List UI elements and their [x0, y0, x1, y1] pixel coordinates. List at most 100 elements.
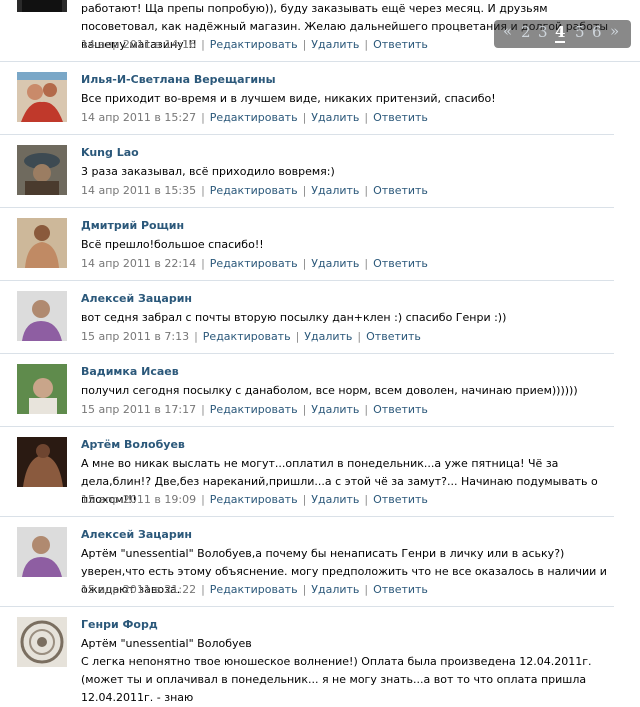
reply-link[interactable]: Ответить	[373, 38, 428, 51]
separator: |	[364, 111, 369, 124]
edit-link[interactable]: Редактировать	[210, 184, 298, 197]
reply-link[interactable]: Ответить	[373, 257, 428, 270]
author-name[interactable]: Дмитрий Рощин	[81, 219, 184, 232]
author-name[interactable]: Алексей Зацарин	[81, 528, 192, 541]
separator: |	[201, 403, 205, 416]
post-meta: 14 апр 2011 в 14:16 | Редактировать | Удалит…	[81, 38, 428, 51]
prev-page-arrow[interactable]: «	[503, 22, 512, 40]
separator: |	[302, 38, 307, 51]
separator: |	[201, 38, 205, 51]
separator: |	[302, 583, 307, 596]
wall-post: Илья-И-Светлана Верещагины Все приходит …	[0, 62, 614, 135]
reply-link[interactable]: Ответить	[373, 583, 428, 596]
edit-link[interactable]: Редактировать	[210, 257, 298, 270]
delete-link[interactable]: Удалить	[311, 38, 359, 51]
reply-link[interactable]: Ответить	[373, 403, 428, 416]
page-link[interactable]: 2	[521, 23, 531, 41]
separator: |	[201, 257, 205, 270]
post-text: Всё прешло!большое спасибо!!	[81, 238, 264, 251]
page-switcher: « 2 3 4 5 6 »	[494, 20, 631, 48]
post-meta: 14 апр 2011 в 15:35 | Редактировать | Удалит…	[81, 184, 428, 197]
edit-link[interactable]: Редактировать	[210, 403, 298, 416]
post-text: С легка непонятно твое юношеское волнени…	[81, 655, 592, 704]
author-name[interactable]: Вадимка Исаев	[81, 365, 179, 378]
delete-link[interactable]: Удалить	[311, 111, 359, 124]
edit-link[interactable]: Редактировать	[210, 38, 298, 51]
post-text: 3 раза заказывал, всё приходило вовремя:…	[81, 165, 335, 178]
page-link[interactable]: 3	[538, 23, 548, 41]
separator: |	[364, 493, 369, 506]
separator: |	[302, 111, 307, 124]
avatar[interactable]	[17, 437, 67, 487]
reply-link[interactable]: Ответить	[373, 111, 428, 124]
post-text: получил сегодня посылку с данаболом, все…	[81, 384, 578, 397]
avatar[interactable]	[17, 527, 67, 577]
author-name[interactable]: Артём Волобуев	[81, 438, 185, 451]
avatar[interactable]	[17, 364, 67, 414]
avatar[interactable]	[17, 72, 67, 122]
author-name[interactable]: Илья-И-Светлана Верещагины	[81, 73, 276, 86]
next-page-arrow[interactable]: »	[610, 22, 619, 40]
post-date[interactable]: 15 апр 2011 в 21:22	[81, 583, 196, 596]
avatar[interactable]	[17, 145, 67, 195]
post-meta: 15 апр 2011 в 7:13 | Редактировать | Удалить…	[81, 330, 421, 343]
delete-link[interactable]: Удалить	[304, 330, 352, 343]
separator: |	[357, 330, 362, 343]
post-text: Все приходит во-время и в лучшем виде, н…	[81, 92, 496, 105]
reply-link[interactable]: Ответить	[373, 493, 428, 506]
author-name[interactable]: Kung Lao	[81, 146, 139, 159]
wall-post: Алексей Зацарин вот седня забрал с почты…	[0, 281, 614, 354]
page-link[interactable]: 5	[575, 23, 585, 41]
post-date[interactable]: 15 апр 2011 в 7:13	[81, 330, 189, 343]
separator: |	[201, 184, 205, 197]
separator: |	[364, 257, 369, 270]
avatar[interactable]	[17, 291, 67, 341]
separator: |	[201, 583, 205, 596]
delete-link[interactable]: Удалить	[311, 403, 359, 416]
post-meta: 14 апр 2011 в 22:14 | Редактировать | Удалит…	[81, 257, 428, 270]
author-name[interactable]: Генри Форд	[81, 618, 158, 631]
post-text: вот седня забрал с почты вторую посылку …	[81, 311, 507, 324]
wall-post: Генри Форд Артём "unessential" Волобуев …	[0, 607, 614, 704]
post-date[interactable]: 15 апр 2011 в 19:09	[81, 493, 196, 506]
wall-post: Дмитрий Рощин Всё прешло!большое спасибо…	[0, 208, 614, 281]
post-meta: 15 апр 2011 в 21:22 | Редактировать | Удалит…	[81, 583, 428, 596]
post-meta: 15 апр 2011 в 19:09 | Редактировать | Удалит…	[81, 493, 428, 506]
edit-link[interactable]: Редактировать	[210, 493, 298, 506]
current-page[interactable]: 4	[555, 23, 566, 43]
delete-link[interactable]: Удалить	[311, 184, 359, 197]
delete-link[interactable]: Удалить	[311, 493, 359, 506]
reply-link[interactable]: Ответить	[366, 330, 421, 343]
separator: |	[302, 184, 307, 197]
post-text: Артём "unessential" Волобуев	[81, 637, 252, 650]
separator: |	[364, 583, 369, 596]
separator: |	[302, 493, 307, 506]
post-meta: 14 апр 2011 в 15:27 | Редактировать | Удалит…	[81, 111, 428, 124]
separator: |	[364, 403, 369, 416]
delete-link[interactable]: Удалить	[311, 583, 359, 596]
post-date[interactable]: 15 апр 2011 в 17:17	[81, 403, 196, 416]
separator: |	[194, 330, 198, 343]
author-name[interactable]: Алексей Зацарин	[81, 292, 192, 305]
post-date[interactable]: 14 апр 2011 в 15:35	[81, 184, 196, 197]
post-date[interactable]: 14 апр 2011 в 22:14	[81, 257, 196, 270]
separator: |	[302, 257, 307, 270]
avatar[interactable]	[17, 617, 67, 667]
avatar[interactable]	[17, 0, 67, 12]
edit-link[interactable]: Редактировать	[210, 111, 298, 124]
avatar[interactable]	[17, 218, 67, 268]
edit-link[interactable]: Редактировать	[203, 330, 291, 343]
reply-link[interactable]: Ответить	[373, 184, 428, 197]
separator: |	[364, 38, 369, 51]
edit-link[interactable]: Редактировать	[210, 583, 298, 596]
wall-post: Артём Волобуев А мне во никак выслать не…	[0, 427, 614, 517]
delete-link[interactable]: Удалить	[311, 257, 359, 270]
separator: |	[201, 493, 205, 506]
post-date[interactable]: 14 апр 2011 в 15:27	[81, 111, 196, 124]
wall-post: Вадимка Исаев получил сегодня посылку с …	[0, 354, 614, 427]
wall-post: Алексей Зацарин Артём "unessential" Воло…	[0, 517, 614, 607]
page-link[interactable]: 6	[592, 23, 602, 41]
post-meta: 15 апр 2011 в 17:17 | Редактировать | Удалит…	[81, 403, 428, 416]
post-date[interactable]: 14 апр 2011 в 14:16	[81, 38, 196, 51]
separator: |	[295, 330, 300, 343]
